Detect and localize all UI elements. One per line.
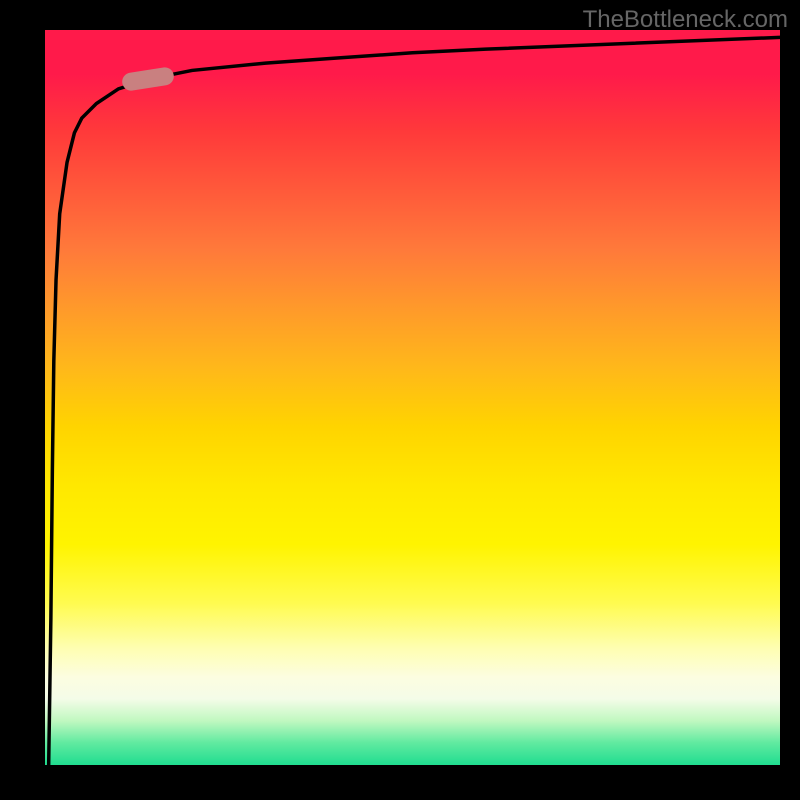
chart-curve: [45, 30, 780, 765]
frame-bottom: [0, 765, 800, 800]
frame-left: [0, 0, 45, 800]
frame-right: [780, 0, 800, 800]
attribution-text: TheBottleneck.com: [583, 6, 788, 34]
